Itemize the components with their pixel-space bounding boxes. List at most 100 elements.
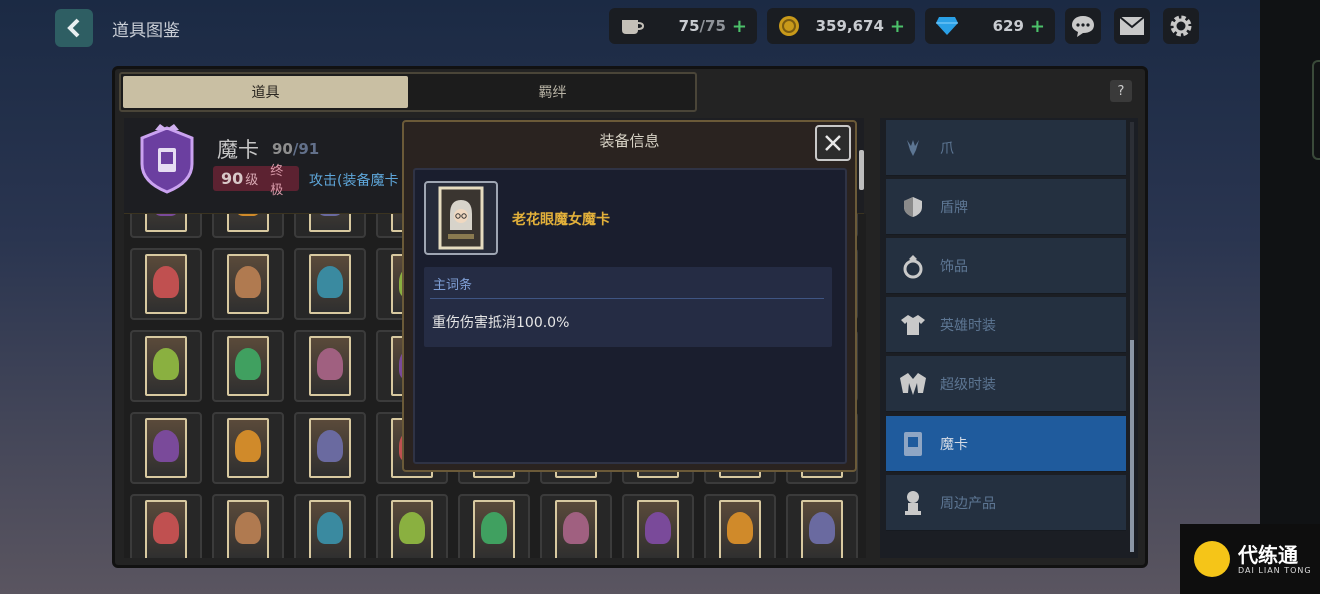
- card-slot[interactable]: [212, 248, 284, 320]
- card-slot[interactable]: [130, 330, 202, 402]
- watermark: 代练通 DAI LIAN TONG: [1180, 524, 1320, 594]
- card-slot[interactable]: [130, 248, 202, 320]
- edge-handle: [1312, 60, 1320, 160]
- card-thumbnail: [309, 214, 351, 232]
- sidebar-item-label: 盾牌: [940, 199, 968, 216]
- card-slot[interactable]: [294, 412, 366, 484]
- card-slot[interactable]: [130, 412, 202, 484]
- card-thumbnail: [801, 500, 843, 558]
- add-diamond-button[interactable]: +: [1030, 16, 1045, 37]
- card-thumbnail: [309, 418, 351, 478]
- magic-card-emblem-icon: [130, 124, 204, 196]
- grid-scrollbar[interactable]: [859, 150, 864, 190]
- card-slot[interactable]: [458, 494, 530, 558]
- card-slot[interactable]: [376, 494, 448, 558]
- affix-title: 主词条: [433, 278, 473, 293]
- stamina-max: /75: [699, 17, 726, 35]
- card-slot[interactable]: [294, 494, 366, 558]
- close-button[interactable]: [815, 125, 851, 161]
- sidebar-item-label: 爪: [940, 140, 954, 157]
- add-stamina-button[interactable]: +: [732, 16, 747, 37]
- claw-icon: [907, 139, 919, 156]
- figure-icon: [905, 490, 921, 515]
- gear-icon: [1170, 15, 1192, 37]
- card-slot[interactable]: [294, 214, 366, 238]
- diamond-value: 629: [992, 17, 1024, 35]
- card-slot[interactable]: [212, 412, 284, 484]
- mail-button[interactable]: [1114, 8, 1150, 44]
- stamina-display: 75/75 +: [609, 8, 757, 44]
- sidebar-item-super-costume[interactable]: 超级时装: [886, 356, 1126, 412]
- card-thumbnail: [227, 254, 269, 314]
- card-thumbnail: [145, 336, 187, 396]
- card-slot[interactable]: [622, 494, 694, 558]
- card-thumbnail: [309, 500, 351, 558]
- tab-items[interactable]: 道具: [123, 76, 408, 108]
- card-thumbnail: [309, 336, 351, 396]
- sidebar-item-label: 饰品: [940, 258, 968, 275]
- level-tier: 终极: [270, 163, 284, 198]
- card-slot[interactable]: [294, 330, 366, 402]
- sidebar-item-label: 超级时装: [940, 376, 996, 393]
- card-thumbnail: [227, 214, 269, 232]
- right-letterbox: [1260, 0, 1320, 594]
- attack-bonus-text: 攻击(装备魔卡: [309, 173, 399, 189]
- count-value: 90: [272, 140, 293, 158]
- card-thumbnail: [227, 418, 269, 478]
- coffee-cup-icon: [622, 20, 645, 34]
- category-tabs: 道具 羁绊: [119, 72, 697, 112]
- sidebar-item-magic-card[interactable]: 魔卡: [886, 416, 1126, 472]
- card-icon: [904, 431, 922, 456]
- envelope-icon: [1119, 16, 1145, 35]
- card-slot[interactable]: [786, 494, 858, 558]
- sidebar-item-label: 周边产品: [940, 495, 996, 512]
- affix-divider: [430, 298, 824, 299]
- card-thumbnail: [555, 500, 597, 558]
- sidebar-item-accessory[interactable]: 饰品: [886, 238, 1126, 294]
- settings-button[interactable]: [1163, 8, 1199, 44]
- card-thumbnail: [145, 418, 187, 478]
- back-button[interactable]: [55, 9, 93, 47]
- blue-diamond-icon: [936, 17, 958, 35]
- card-slot[interactable]: [704, 494, 776, 558]
- sidebar-item-shield[interactable]: 盾牌: [886, 179, 1126, 235]
- card-slot[interactable]: [212, 214, 284, 238]
- card-thumbnail: [637, 500, 679, 558]
- jacket-icon: [900, 372, 926, 395]
- card-thumbnail: [473, 500, 515, 558]
- card-thumbnail: [719, 500, 761, 558]
- card-thumbnail: [145, 254, 187, 314]
- sidebar-item-claw[interactable]: 爪: [886, 120, 1126, 176]
- add-gold-button[interactable]: +: [890, 16, 905, 37]
- card-slot[interactable]: [212, 330, 284, 402]
- ring-icon: [903, 254, 923, 278]
- tab-bonds[interactable]: 羁绊: [410, 74, 695, 110]
- card-slot[interactable]: [130, 494, 202, 558]
- card-slot[interactable]: [540, 494, 612, 558]
- chat-button[interactable]: [1065, 8, 1101, 44]
- diamond-display: 629 +: [925, 8, 1055, 44]
- card-thumbnail: [227, 336, 269, 396]
- card-thumbnail: [145, 500, 187, 558]
- stamina-value: 75: [678, 17, 700, 35]
- card-thumbnail: [391, 500, 433, 558]
- card-slot[interactable]: [212, 494, 284, 558]
- level-number: 90: [221, 169, 244, 188]
- chat-bubble-icon: [1072, 16, 1094, 37]
- gold-value: 359,674: [815, 17, 884, 35]
- collection-count: 90/91: [272, 140, 319, 158]
- card-thumbnail: [227, 500, 269, 558]
- sidebar-scroll-thumb[interactable]: [1130, 340, 1134, 552]
- watermark-en: DAI LIAN TONG: [1238, 565, 1312, 575]
- card-slot[interactable]: [294, 248, 366, 320]
- card-slot[interactable]: [130, 214, 202, 238]
- help-button[interactable]: ?: [1110, 80, 1132, 102]
- watermark-cn: 代练通: [1238, 542, 1298, 567]
- affix-panel: [424, 267, 832, 347]
- sidebar-item-merch[interactable]: 周边产品: [886, 475, 1126, 531]
- page-title: 道具图鉴: [112, 21, 180, 41]
- item-name: 老花眼魔女魔卡: [512, 212, 610, 228]
- chevron-left-icon: [67, 18, 80, 38]
- sidebar-item-hero-costume[interactable]: 英雄时装: [886, 297, 1126, 353]
- witch-card-icon: [438, 186, 484, 250]
